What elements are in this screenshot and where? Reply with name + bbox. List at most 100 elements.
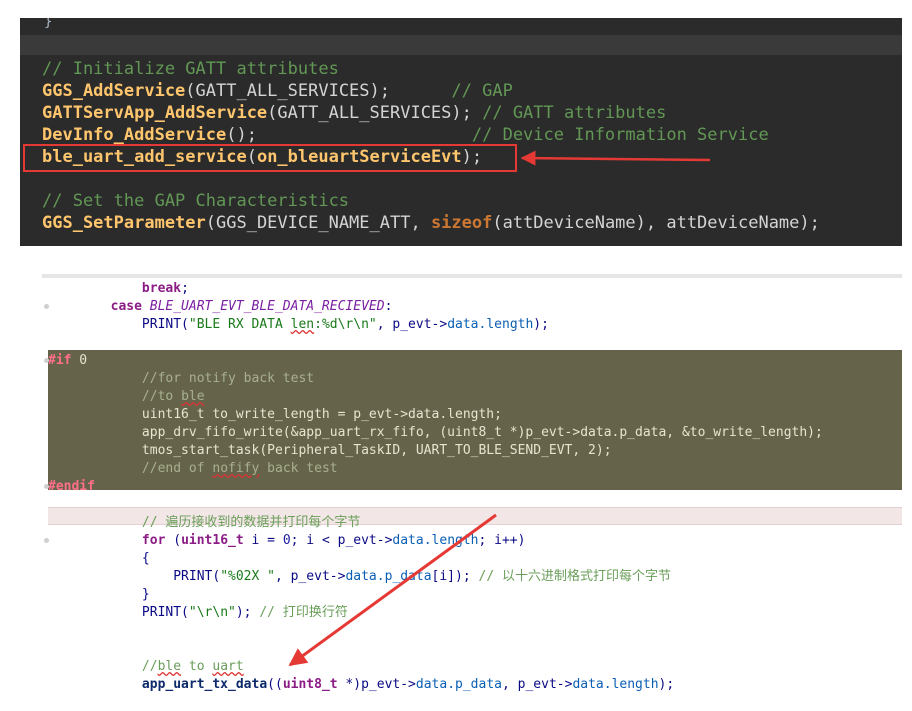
code-token: #endif [48,479,95,494]
code-token: ( [165,533,182,548]
code-line: PRINT("BLE RX DATA len:%d\r\n", p_evt->d… [48,316,823,334]
code-token: #if [48,353,72,368]
code-token: 0 [71,353,88,368]
code-token: data.length [447,317,534,332]
code-token: ; [181,281,189,296]
current-line-band [20,35,902,55]
code-token: //end of [48,461,213,476]
code-token: (GGS_DEVICE_NAME_ATT, [205,213,431,233]
code-token: : [384,299,393,314]
code-token: // GAP [451,81,513,101]
code-token: (GATT_ALL_SERVICES); [267,103,483,123]
code-token: uint8_t [282,677,338,692]
code-token: sizeof [430,213,493,233]
code-line: GATTServApp_AddService(GATT_ALL_SERVICES… [42,102,820,124]
code-token: // [48,659,158,674]
code-token: uint16_t [181,533,244,548]
code-token: uint16_t to_write_length = p_evt->data.l… [48,407,502,422]
code-line: //ble to uart [48,658,823,676]
code-token: :%d\r\n" [314,317,377,332]
code-line: DevInfo_AddService(); // Device Informat… [42,124,820,146]
code-panel-light: break; case BLE_UART_EVT_BLE_DATA_RECIEV… [42,274,902,700]
highlight-box [23,144,517,172]
code-token: data.p_data [345,569,432,584]
code-token: ; i < p_evt-> [290,533,393,548]
previous-line: } [20,18,902,34]
code-line: for (uint16_t i = 0; i < p_evt->data.len… [44,532,823,550]
code-lines: break; case BLE_UART_EVT_BLE_DATA_RECIEV… [44,280,823,694]
code-line: uint16_t to_write_length = p_evt->data.l… [48,406,823,424]
gutter-dot [44,358,49,363]
code-token: GATTServApp_AddService [42,103,268,123]
code-token: ); [658,677,675,692]
code-token: "%02X " [220,569,275,584]
code-token: tmos_start_task(Peripheral_TaskID, UART_… [48,443,612,458]
code-line: // Initialize GATT attributes [42,58,820,80]
code-token: // Set the GAP Characteristics [42,191,350,211]
code-line: { [48,550,823,568]
code-token: back test [259,461,338,476]
code-token: } [48,587,150,602]
code-token: //for notify back test [48,371,315,386]
code-token: ); [533,317,549,332]
code-line: PRINT("%02X ", p_evt->data.p_data[i]); /… [48,568,823,586]
code-token: PRINT( [48,317,189,332]
code-token: // 遍历接收到的数据并打印每个字节 [48,515,361,530]
code-line: // 遍历接收到的数据并打印每个字节 [48,514,823,532]
code-token: { [48,551,150,566]
code-line: GGS_SetParameter(GGS_DEVICE_NAME_ATT, si… [42,212,820,234]
code-line: tmos_start_task(Peripheral_TaskID, UART_… [48,442,823,460]
code-token: 0 [282,533,291,548]
code-token: // GATT attributes [482,103,667,123]
code-token: PRINT( [48,605,189,620]
code-line: #endif [44,478,823,496]
code-line: PRINT("\r\n"); // 打印换行符 [48,604,823,622]
code-token: "BLE RX DATA [188,317,291,332]
code-token: , p_evt-> [376,317,448,332]
code-token: (GATT_ALL_SERVICES); [185,81,452,101]
code-line: GGS_AddService(GATT_ALL_SERVICES); // GA… [42,80,820,102]
code-token: GGS_AddService [42,81,186,101]
code-token: GGS_SetParameter [42,213,206,233]
code-token: len [290,317,315,332]
code-token: // Device Information Service [471,125,769,145]
code-token: data.length [572,677,659,692]
code-line: } [48,586,823,604]
code-token: // 以十六进制格式打印每个字节 [478,569,671,584]
code-line: break; [48,280,823,298]
code-token: // Initialize GATT attributes [42,59,339,79]
code-line: #if 0 [44,352,823,370]
code-token: DevInfo_AddService [42,125,227,145]
code-token: "\r\n" [188,605,236,620]
code-token: for [48,533,166,548]
code-token: app_uart_tx_data [48,677,268,692]
code-token: , p_evt-> [274,569,346,584]
code-token: // 打印换行符 [259,605,348,620]
code-token: data.p_data [415,677,502,692]
code-token: ble [157,659,182,674]
code-token: //to [48,389,182,404]
code-token: case [48,299,150,314]
cut-top-strip [42,274,902,278]
code-token: to [181,659,213,674]
code-token: ; i++) [478,533,526,548]
closing-brace: } [44,18,53,30]
code-token: uart [212,659,244,674]
code-token: i = [243,533,283,548]
code-token: (); [226,125,472,145]
gutter-dot [44,538,49,543]
code-token: PRINT( [48,569,221,584]
code-token: app_drv_fifo_write(&app_uart_rx_fifo, (u… [48,425,823,440]
gutter-dot [44,484,49,489]
code-line: app_uart_tx_data((uint8_t *)p_evt->data.… [48,676,823,694]
code-token: *)p_evt-> [337,677,416,692]
code-token: data.length [392,533,479,548]
code-token: [i]); [431,569,479,584]
code-token: , p_evt-> [501,677,573,692]
code-line: // Set the GAP Characteristics [42,190,820,212]
code-token: ); [235,605,260,620]
code-token: ble [181,389,205,404]
